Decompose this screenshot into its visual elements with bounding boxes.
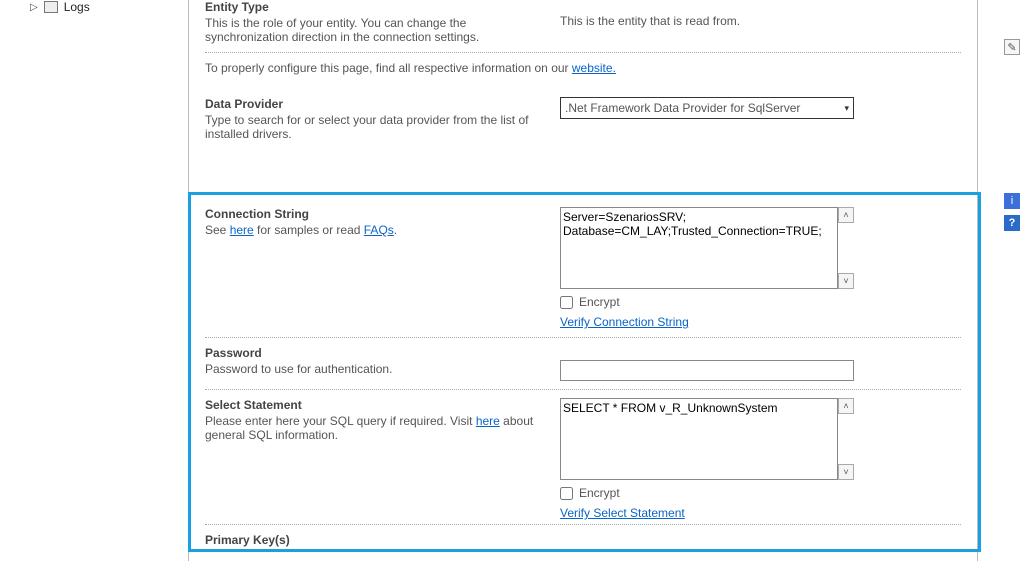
config-note-prefix: To properly configure this page, find al… bbox=[205, 61, 572, 75]
logs-icon bbox=[44, 1, 58, 13]
connection-string-title: Connection String bbox=[205, 207, 546, 221]
conn-encrypt-label: Encrypt bbox=[579, 295, 620, 309]
entity-type-title: Entity Type bbox=[205, 0, 546, 14]
scroll-down-icon[interactable]: ˅ bbox=[838, 464, 854, 480]
info-icon[interactable]: i bbox=[1004, 193, 1020, 209]
chevron-down-icon: ▾ bbox=[844, 103, 849, 114]
select-encrypt-checkbox[interactable] bbox=[560, 487, 573, 500]
data-provider-select[interactable]: .Net Framework Data Provider for SqlServ… bbox=[560, 97, 854, 119]
right-toolbar: ✎ i ? bbox=[1002, 36, 1022, 234]
select-statement-title: Select Statement bbox=[205, 398, 546, 412]
connection-string-input[interactable] bbox=[560, 207, 838, 289]
select-statement-desc: Please enter here your SQL query if requ… bbox=[205, 414, 546, 442]
samples-link[interactable]: here bbox=[230, 223, 254, 237]
help-icon[interactable]: ? bbox=[1004, 215, 1020, 231]
tree-expand-icon: ▷ bbox=[30, 2, 38, 13]
data-provider-title: Data Provider bbox=[205, 97, 546, 111]
select-encrypt-label: Encrypt bbox=[579, 486, 620, 500]
data-provider-desc: Type to search for or select your data p… bbox=[205, 113, 546, 141]
faqs-link[interactable]: FAQs bbox=[364, 223, 394, 237]
password-input[interactable] bbox=[560, 360, 854, 381]
conn-desc-suffix: . bbox=[394, 223, 397, 237]
scroll-up-icon[interactable]: ˄ bbox=[838, 207, 854, 223]
conn-desc-prefix: See bbox=[205, 223, 230, 237]
scroll-up-icon[interactable]: ˄ bbox=[838, 398, 854, 414]
form-panel: Entity Type This is the role of your ent… bbox=[188, 0, 978, 561]
connection-string-desc: See here for samples or read FAQs. bbox=[205, 223, 546, 237]
conn-desc-mid: for samples or read bbox=[254, 223, 364, 237]
verify-connection-link[interactable]: Verify Connection String bbox=[560, 315, 689, 329]
tree-item-logs[interactable]: ▷ Logs bbox=[30, 0, 170, 14]
password-desc: Password to use for authentication. bbox=[205, 362, 546, 376]
scroll-down-icon[interactable]: ˅ bbox=[838, 273, 854, 289]
password-title: Password bbox=[205, 346, 546, 360]
entity-readonly-text: This is the entity that is read from. bbox=[560, 14, 740, 28]
edit-icon[interactable]: ✎ bbox=[1004, 39, 1020, 55]
data-provider-selected: .Net Framework Data Provider for SqlServ… bbox=[565, 101, 800, 115]
website-link[interactable]: website. bbox=[572, 61, 616, 75]
verify-select-link[interactable]: Verify Select Statement bbox=[560, 506, 685, 520]
sql-help-link[interactable]: here bbox=[476, 414, 500, 428]
tree-item-label: Logs bbox=[64, 0, 90, 14]
primary-key-title: Primary Key(s) bbox=[205, 533, 546, 547]
conn-encrypt-checkbox[interactable] bbox=[560, 296, 573, 309]
entity-type-desc: This is the role of your entity. You can… bbox=[205, 16, 546, 44]
select-desc-prefix: Please enter here your SQL query if requ… bbox=[205, 414, 476, 428]
select-statement-input[interactable] bbox=[560, 398, 838, 480]
